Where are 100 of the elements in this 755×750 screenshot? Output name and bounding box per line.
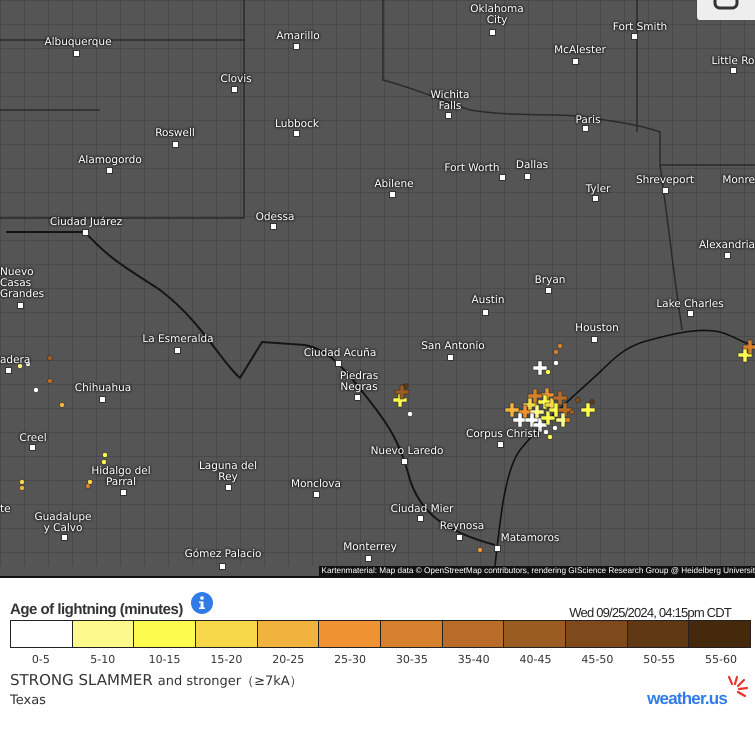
info-icon[interactable] — [190, 592, 213, 614]
city-marker-icon — [354, 394, 361, 401]
city-label: Fort Smith — [612, 22, 668, 33]
city-label: Gómez Palacio — [184, 549, 262, 560]
city-label: Wichita Falls — [430, 90, 470, 112]
city-marker-icon — [365, 555, 372, 562]
city-marker-icon — [17, 302, 24, 309]
city-label: Alamogordo — [78, 155, 142, 166]
city-marker-icon — [499, 174, 506, 181]
strength-class: STRONG SLAMMER — [10, 671, 153, 689]
city-marker-icon — [293, 130, 300, 137]
city-label: Albuquerque — [44, 37, 112, 48]
map-control-button[interactable] — [697, 0, 755, 20]
city-label: San Antonio — [421, 341, 485, 352]
city-marker-icon — [631, 33, 638, 40]
city-label: Paris — [576, 115, 600, 126]
city-label: Little Ro — [712, 56, 754, 67]
city-marker-icon — [582, 125, 589, 132]
city-label: McAlester — [554, 45, 606, 56]
city-marker-icon — [174, 347, 181, 354]
city-label: Houston — [575, 323, 619, 334]
city-label: Guadalupe y Calvo — [33, 512, 93, 534]
city-label: Matamoros — [500, 533, 560, 544]
city-label: Austin — [472, 295, 504, 306]
city-label: Bryan — [534, 275, 566, 286]
city-marker-icon — [172, 141, 179, 148]
city-marker-icon — [447, 354, 454, 361]
city-marker-icon — [482, 309, 489, 316]
city-marker-icon — [494, 545, 501, 552]
city-marker-icon — [730, 67, 737, 74]
city-label: Odessa — [256, 212, 294, 223]
city-label: Tyler — [586, 184, 610, 195]
city-marker-icon — [335, 360, 342, 367]
city-marker-icon — [687, 310, 694, 317]
city-marker-icon — [401, 458, 408, 465]
city-marker-icon — [445, 112, 452, 119]
legend-title: Age of lightning (minutes) — [10, 601, 183, 618]
city-marker-icon — [313, 491, 320, 498]
strength-note: and stronger（≥7kA） — [158, 673, 303, 690]
city-label: Alexandria — [698, 240, 755, 251]
city-marker-icon — [82, 229, 89, 236]
city-label: Nuevo Laredo — [370, 446, 444, 457]
legend-range-label: 55-60 — [704, 653, 738, 666]
city-label: Oklahoma City — [469, 4, 525, 26]
city-label: Abilene — [374, 179, 414, 190]
city-marker-icon — [389, 191, 396, 198]
city-label: Shreveport — [636, 175, 694, 186]
city-marker-icon — [724, 252, 731, 259]
city-marker-icon — [592, 195, 599, 202]
city-marker-icon — [61, 534, 68, 541]
timestamp: Wed 09/25/2024, 04:15pm CDT — [569, 605, 731, 620]
legend-range-label: 45-50 — [580, 653, 614, 666]
city-label: Fort Worth — [444, 163, 500, 174]
city-label: Monclova — [291, 479, 341, 490]
city-label: Ciudad Juárez — [50, 217, 122, 228]
legend-range-label: 35-40 — [456, 653, 491, 666]
city-marker-icon — [497, 441, 504, 448]
logo-text[interactable]: weather.us — [647, 689, 727, 709]
city-label: Dallas — [516, 160, 548, 171]
city-label: La Esmeralda — [142, 334, 214, 345]
city-label: Amarillo — [276, 31, 320, 42]
city-label: Lake Charles — [656, 299, 724, 310]
city-label: Piedras Negras — [338, 371, 380, 393]
city-label: adera — [0, 355, 30, 366]
city-label: Reynosa — [440, 521, 484, 532]
city-marker-icon — [5, 367, 12, 374]
city-marker-icon — [120, 489, 127, 496]
legend-range-label: 5-10 — [89, 653, 116, 666]
city-marker-icon — [524, 173, 531, 180]
city-marker-icon — [591, 336, 598, 343]
map-attribution: Kartenmaterial: Map data © OpenStreetMap contributors, rendering GIScience Research Group @ Heidelberg Universit — [318, 566, 755, 576]
city-label: Ciudad Mier — [390, 504, 454, 515]
legend-range-label: 15-20 — [209, 653, 244, 666]
legend-range-label: 10-15 — [148, 653, 182, 666]
legend-range-label: 30-35 — [394, 653, 429, 666]
legend-range-label: 20-25 — [271, 653, 306, 666]
legend-range-label: 25-30 — [333, 653, 368, 666]
city-label: Monterrey — [343, 542, 397, 553]
city-label: Monre — [722, 175, 755, 186]
city-label: Ciudad Acuña — [304, 348, 376, 359]
city-label: Roswell — [155, 128, 195, 139]
city-marker-icon — [219, 563, 226, 570]
city-marker-icon — [29, 444, 36, 451]
city-marker-icon — [73, 50, 80, 57]
legend-range-label: 50-55 — [642, 653, 676, 666]
city-label: Nuevo Casas Grandes — [0, 267, 46, 300]
city-marker-icon — [662, 187, 669, 194]
city-label: Corpus Christi — [466, 429, 540, 440]
city-label: Chihuahua — [74, 383, 132, 394]
city-marker-icon — [225, 484, 232, 491]
city-marker-icon — [99, 396, 106, 403]
city-marker-icon — [293, 43, 300, 50]
city-label: Hidalgo del Parral — [90, 466, 152, 488]
city-marker-icon — [456, 534, 463, 541]
city-marker-icon — [545, 287, 552, 294]
city-marker-icon — [231, 86, 238, 93]
city-marker-icon — [417, 515, 424, 522]
legend-range-label: 0-5 — [30, 653, 51, 666]
region-name: Texas — [10, 693, 47, 708]
city-label: Creel — [19, 433, 47, 444]
